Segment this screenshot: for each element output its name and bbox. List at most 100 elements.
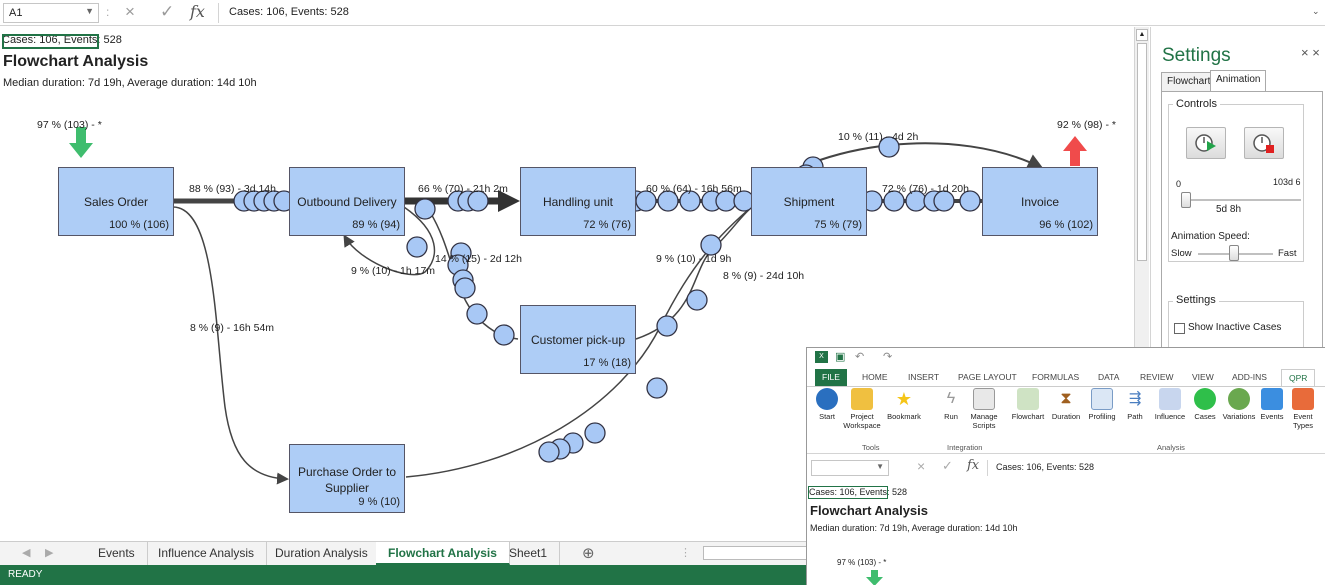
insert-function-icon[interactable]: fx xyxy=(190,2,205,21)
speed-label: Animation Speed: xyxy=(1171,231,1250,242)
redo-icon[interactable]: ↷ xyxy=(883,350,892,363)
sheet-tab-bar: ◀ ▶ Events Influence Analysis Duration A… xyxy=(0,541,810,565)
ribbon-tab-data[interactable]: DATA xyxy=(1091,369,1126,386)
cancel-icon[interactable]: × xyxy=(125,2,135,22)
event-types-button[interactable]: Event Types xyxy=(1284,388,1322,430)
inset-subtitle: Median duration: 7d 19h, Average duratio… xyxy=(810,523,1018,533)
enter-icon[interactable]: ✓ xyxy=(160,2,174,22)
timeline-value: 5d 8h xyxy=(1216,204,1242,215)
cases-button[interactable]: Cases xyxy=(1186,388,1224,421)
node-handling-unit[interactable]: Handling unit 72 % (76) xyxy=(520,167,636,236)
edge-label: 9 % (10) - 1d 9h xyxy=(656,253,732,265)
add-sheet-icon[interactable]: ⊕ xyxy=(582,544,595,562)
play-button[interactable] xyxy=(1186,127,1226,159)
timeline-slider-thumb[interactable] xyxy=(1181,192,1191,208)
tab-events[interactable]: Events xyxy=(86,542,148,565)
node-customer-pickup[interactable]: Customer pick-up 17 % (18) xyxy=(520,305,636,374)
path-button[interactable]: ⇶ Path xyxy=(1116,388,1154,421)
inset-name-box-dropdown-icon[interactable]: ▼ xyxy=(876,462,884,471)
button-label: Run xyxy=(944,412,958,421)
name-box-dropdown-icon[interactable]: ▼ xyxy=(85,6,94,16)
save-icon[interactable]: ▣ xyxy=(835,350,845,363)
show-inactive-checkbox[interactable] xyxy=(1174,323,1185,334)
name-box[interactable]: A1 ▼ xyxy=(3,3,99,23)
project-workspace-button[interactable]: Project Workspace xyxy=(843,388,881,430)
node-name: Sales Order xyxy=(83,195,149,209)
case-token xyxy=(700,234,722,256)
node-shipment[interactable]: Shipment 75 % (79) xyxy=(751,167,867,236)
ribbon-tab-review[interactable]: REVIEW xyxy=(1133,369,1181,386)
tab-scroll-left-icon[interactable]: ◀ xyxy=(22,546,30,559)
button-label: Event Types xyxy=(1292,412,1313,430)
node-outbound-delivery[interactable]: Outbound Delivery 89 % (94) xyxy=(289,167,405,236)
tab-flowchart[interactable]: Flowchart xyxy=(1161,72,1217,92)
play-icon xyxy=(1195,134,1216,152)
button-label: Manage Scripts xyxy=(970,412,998,430)
button-label: Path xyxy=(1127,412,1143,421)
start-icon xyxy=(816,388,838,410)
inset-start-label: 97 % (103) - * xyxy=(837,558,887,567)
undo-icon[interactable]: ↶ xyxy=(855,350,864,363)
star-icon: ★ xyxy=(895,389,913,409)
edge-label: 88 % (93) - 3d 14h xyxy=(189,183,276,195)
node-name: Handling unit xyxy=(542,195,614,209)
case-token xyxy=(538,441,560,463)
inset-formula-input[interactable]: Cases: 106, Events: 528 xyxy=(987,460,1325,476)
node-invoice[interactable]: Invoice 96 % (102) xyxy=(982,167,1098,236)
ribbon-tab-qpr[interactable]: QPR xyxy=(1281,369,1316,386)
inset-fx-icon[interactable]: fx xyxy=(967,458,979,473)
tab-influence-analysis[interactable]: Influence Analysis xyxy=(146,542,268,565)
hourglass-icon: ⧗ xyxy=(1060,390,1072,407)
scroll-thumb[interactable] xyxy=(1137,43,1147,261)
inset-name-box[interactable]: ▼ xyxy=(811,460,889,476)
influence-button[interactable]: Influence xyxy=(1151,388,1189,421)
settings-title: Settings xyxy=(1162,45,1231,66)
stop-button[interactable] xyxy=(1244,127,1284,159)
button-label: Profiling xyxy=(1088,412,1116,421)
button-label: Start xyxy=(819,412,835,421)
node-sales-order[interactable]: Sales Order 100 % (106) xyxy=(58,167,174,236)
node-percentage: 17 % (18) xyxy=(583,357,631,369)
edge-label: 8 % (9) - 16h 54m xyxy=(190,322,275,334)
scroll-up-icon[interactable]: ▲ xyxy=(1136,29,1148,41)
tab-sheet1[interactable]: Sheet1 xyxy=(497,542,561,565)
close-pane-icon[interactable]: × × xyxy=(1301,45,1320,60)
ribbon-tab-page-layout[interactable]: PAGE LAYOUT xyxy=(951,369,1024,386)
ribbon-tab-home[interactable]: HOME xyxy=(855,369,895,386)
tab-duration-analysis[interactable]: Duration Analysis xyxy=(263,542,381,565)
button-label: Events xyxy=(1260,412,1284,421)
ribbon-tab-view[interactable]: VIEW xyxy=(1185,369,1221,386)
manage-scripts-button[interactable]: Manage Scripts xyxy=(965,388,1003,430)
edge-label: 72 % (76) - 1d 20h xyxy=(882,183,969,195)
tab-animation[interactable]: Animation xyxy=(1210,70,1267,92)
duration-button[interactable]: ⧗ Duration xyxy=(1047,388,1085,421)
node-percentage: 9 % (10) xyxy=(358,496,400,508)
case-token xyxy=(454,277,476,299)
formula-input[interactable]: Cases: 106, Events: 528 xyxy=(218,3,1323,23)
horizontal-scrollbar[interactable] xyxy=(703,546,808,560)
ribbon-tab-formulas[interactable]: FORMULAS xyxy=(1025,369,1086,386)
settings-group-label: Settings xyxy=(1173,294,1219,306)
node-purchase-order[interactable]: Purchase Order to Supplier 9 % (10) xyxy=(289,444,405,513)
end-label: 92 % (98) - * xyxy=(1057,119,1116,131)
speed-slider-thumb[interactable] xyxy=(1229,245,1239,261)
edge-label: 10 % (11) - 4d 2h xyxy=(838,131,919,143)
inset-cancel-icon[interactable]: × xyxy=(917,458,925,474)
start-button[interactable]: Start xyxy=(808,388,846,421)
flowchart-icon xyxy=(1017,388,1039,410)
tab-split-handle[interactable]: ⋮ xyxy=(680,546,691,559)
ribbon-tab-insert[interactable]: INSERT xyxy=(901,369,946,386)
button-label: Bookmark xyxy=(887,412,921,421)
inset-enter-icon[interactable]: ✓ xyxy=(942,458,953,474)
expand-formula-icon[interactable]: ⌄ xyxy=(1312,6,1320,17)
bookmark-button[interactable]: ★ Bookmark xyxy=(885,388,923,421)
ribbon-tab-add-ins[interactable]: ADD-INS xyxy=(1225,369,1274,386)
start-label: 97 % (103) - * xyxy=(37,119,102,131)
timeline-max: 103d 6 xyxy=(1273,177,1301,187)
path-icon: ⇶ xyxy=(1128,390,1142,407)
ribbon-tab-file[interactable]: FILE xyxy=(815,369,847,386)
flowchart-button[interactable]: Flowchart xyxy=(1009,388,1047,421)
tab-flowchart-analysis[interactable]: Flowchart Analysis xyxy=(376,542,510,565)
group-label-tools: Tools xyxy=(862,443,880,452)
tab-scroll-right-icon[interactable]: ▶ xyxy=(45,546,53,559)
